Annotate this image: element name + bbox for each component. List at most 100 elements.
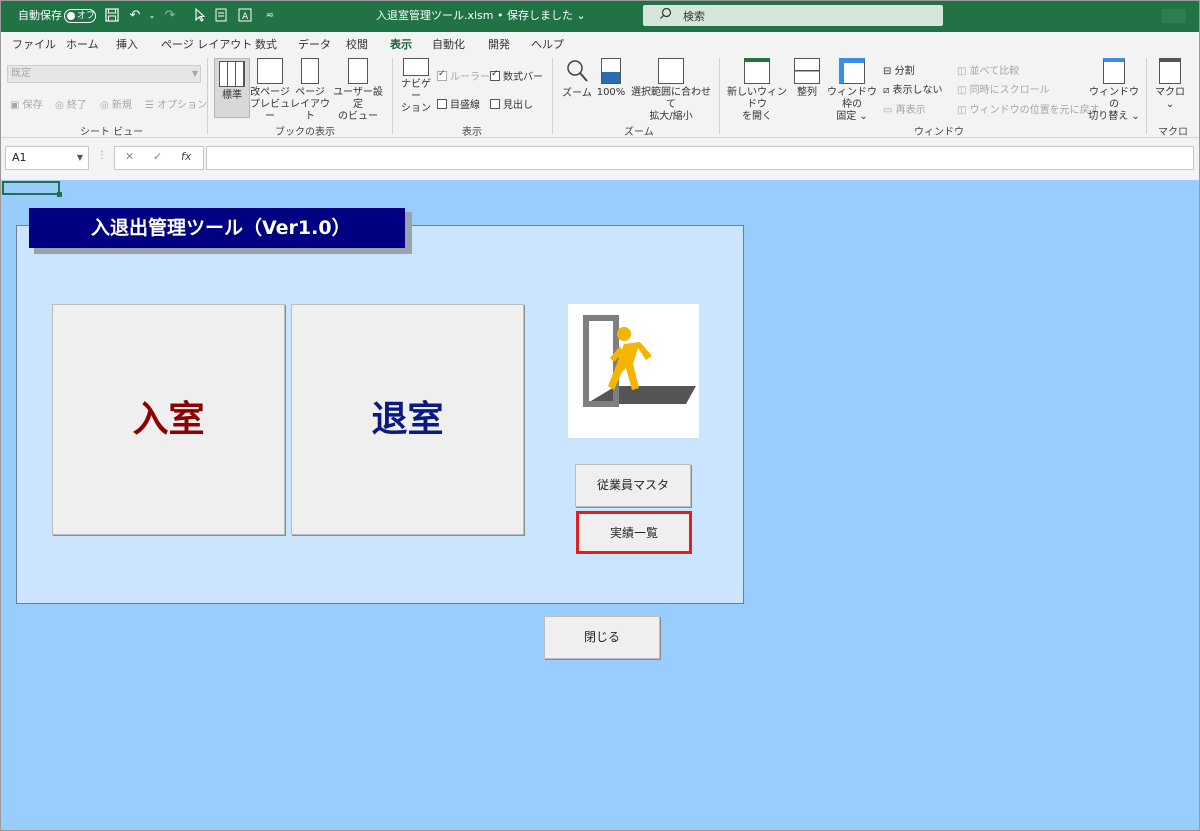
tab-page-layout[interactable]: ページ レイアウト (161, 36, 252, 52)
view-side-by-side-button[interactable]: ◫ 並べて比較 (957, 62, 1019, 77)
unhide-button[interactable]: ▭ 再表示 (883, 101, 926, 116)
headings-label: 見出し (503, 100, 533, 111)
tab-developer[interactable]: 開発 (488, 36, 510, 52)
navigation-pane-icon (403, 58, 429, 76)
hide-button[interactable]: ⧄ 表示しない (883, 81, 943, 96)
enter-icon[interactable]: ✓ (153, 150, 162, 163)
name-box-value: A1 (12, 151, 27, 164)
page-layout-label-1: ページ (295, 87, 325, 98)
page-break-label-1: 改ページ (250, 87, 290, 98)
tab-insert[interactable]: 挿入 (116, 36, 138, 52)
account-icon[interactable] (1162, 9, 1186, 23)
redo-icon[interactable]: ↷ (162, 8, 178, 24)
name-box[interactable]: A1 ▼ (5, 146, 89, 170)
magnifier-icon (560, 58, 594, 88)
ribbon-separator (392, 58, 393, 134)
arrange-icon (794, 58, 820, 84)
formula-bar-label: 数式バー (503, 72, 543, 83)
undo-icon[interactable]: ↶ (127, 8, 143, 24)
gridlines-label: 目盛線 (450, 100, 480, 111)
worksheet-area[interactable]: 入退出管理ツール（Ver1.0） 入室 退室 従業員マスタ 実績一覧 閉じる (0, 180, 1200, 831)
insert-function-icon[interactable]: fx (181, 150, 191, 163)
freeze-panes-button[interactable]: ウィンドウ枠の 固定 ⌄ (823, 58, 881, 123)
customize-qat-icon[interactable]: ≂ (262, 8, 278, 24)
cancel-icon[interactable]: ✕ (125, 150, 134, 163)
arrange-all-button[interactable]: 整列 (792, 58, 822, 99)
sheet-view-combo[interactable]: 既定 ▼ (7, 65, 201, 83)
ruler-label: ルーラー (450, 72, 490, 83)
tab-automate[interactable]: 自動化 (432, 36, 465, 52)
page-break-preview-button[interactable]: 改ページ プレビュー (250, 58, 290, 123)
chevron-down-icon: ⌄ (1165, 99, 1175, 110)
sheet-view-keep[interactable]: ▣ 保存 (10, 96, 43, 111)
freeze-label-2: 固定 ⌄ (836, 111, 868, 122)
search-box[interactable]: 検索 (643, 5, 943, 26)
tab-file[interactable]: ファイル (12, 36, 56, 52)
ribbon-separator (552, 58, 553, 134)
page-break-icon (257, 58, 283, 84)
text-box-icon[interactable]: A (237, 8, 253, 24)
title-bar: 自動保存 オフ ↶ ⌄ ↷ A ≂ 入退室管理ツール.xlsm • 保存しました… (0, 0, 1200, 32)
save-icon[interactable] (104, 8, 120, 24)
new-window-icon (744, 58, 770, 84)
sheet-view-options[interactable]: ☰ オプション (145, 96, 207, 111)
zoom-100-button[interactable]: 100% (596, 58, 626, 99)
undo-dropdown-icon[interactable]: ⌄ (144, 8, 160, 24)
zoom-label: ズーム (562, 88, 592, 99)
tab-home[interactable]: ホーム (66, 36, 99, 52)
resize-handle-icon[interactable]: ⋮ (97, 150, 107, 161)
custom-views-label-2: のビュー (338, 111, 378, 122)
ribbon: 既定 ▼ ▣ 保存 ◎ 終了 ◎ 新規 ☰ オプション シート ビュー 標準 改… (0, 54, 1200, 138)
split-button[interactable]: ⊟ 分割 (883, 62, 915, 77)
tab-view[interactable]: 表示 (390, 36, 412, 56)
employee-master-button[interactable]: 従業員マスタ (575, 464, 691, 507)
zoom-100-icon (601, 58, 621, 84)
results-list-button[interactable]: 実績一覧 (576, 511, 692, 554)
switch-windows-button[interactable]: ウィンドウの 切り替え ⌄ (1088, 58, 1140, 123)
options-label: オプション (157, 100, 208, 111)
group-label-zoom: ズーム (624, 127, 654, 138)
tab-review[interactable]: 校閲 (346, 36, 368, 52)
document-title[interactable]: 入退室管理ツール.xlsm • 保存しました ⌄ (376, 0, 586, 32)
formula-input[interactable] (206, 146, 1194, 170)
zoom-to-selection-button[interactable]: 選択範囲に合わせて 拡大/縮小 (628, 58, 714, 123)
selected-cell-a1[interactable] (2, 181, 62, 197)
gridlines-checkbox[interactable]: 目盛線 (437, 96, 480, 111)
navigation-label-1: ナビゲー (401, 79, 431, 102)
sheet-view-new[interactable]: ◎ 新規 (100, 96, 132, 111)
macros-label: マクロ (1155, 87, 1185, 98)
new-window-button[interactable]: 新しいウィンドウ を開く (724, 58, 790, 123)
zoom-selection-icon (658, 58, 684, 84)
pointer-icon[interactable] (192, 7, 208, 24)
ruler-checkbox[interactable]: ルーラー (437, 68, 490, 83)
headings-checkbox[interactable]: 見出し (490, 96, 533, 111)
reset-window-position-button[interactable]: ◫ ウィンドウの位置を元に戻す (957, 101, 1100, 116)
ribbon-separator (1146, 58, 1147, 134)
autosave-toggle[interactable]: オフ (64, 9, 96, 23)
unhide-label: 再表示 (895, 105, 926, 116)
macros-button[interactable]: マクロ ⌄ (1152, 58, 1188, 111)
tab-help[interactable]: ヘルプ (531, 36, 564, 52)
formula-bar-checkbox[interactable]: 数式バー (490, 68, 543, 83)
normal-view-button[interactable]: 標準 (214, 58, 250, 118)
tab-data[interactable]: データ (298, 36, 331, 52)
navigation-button[interactable]: ナビゲー ション (398, 58, 434, 115)
synchronous-scrolling-button[interactable]: ◫ 同時にスクロール (957, 81, 1050, 96)
zoom-button[interactable]: ズーム (560, 58, 594, 100)
form-icon[interactable] (213, 8, 229, 24)
autosave-state: オフ (77, 11, 96, 21)
group-label-workbook-views: ブックの表示 (275, 127, 335, 138)
close-button[interactable]: 閉じる (544, 616, 660, 659)
chevron-down-icon: ▼ (76, 153, 83, 162)
new-window-label-2: を開く (742, 111, 772, 122)
tab-formulas[interactable]: 数式 (255, 36, 277, 52)
chevron-down-icon: ▼ (191, 69, 198, 78)
exit-room-button[interactable]: 退室 (291, 304, 524, 535)
sheet-view-exit[interactable]: ◎ 終了 (55, 96, 87, 111)
page-layout-button[interactable]: ページ レイアウト (290, 58, 330, 123)
custom-views-button[interactable]: ユーザー設定 のビュー (330, 58, 386, 123)
enter-room-button[interactable]: 入室 (52, 304, 285, 535)
panel-title: 入退出管理ツール（Ver1.0） (29, 208, 405, 248)
freeze-label-1: ウィンドウ枠の (827, 87, 877, 110)
page-layout-icon (301, 58, 319, 84)
